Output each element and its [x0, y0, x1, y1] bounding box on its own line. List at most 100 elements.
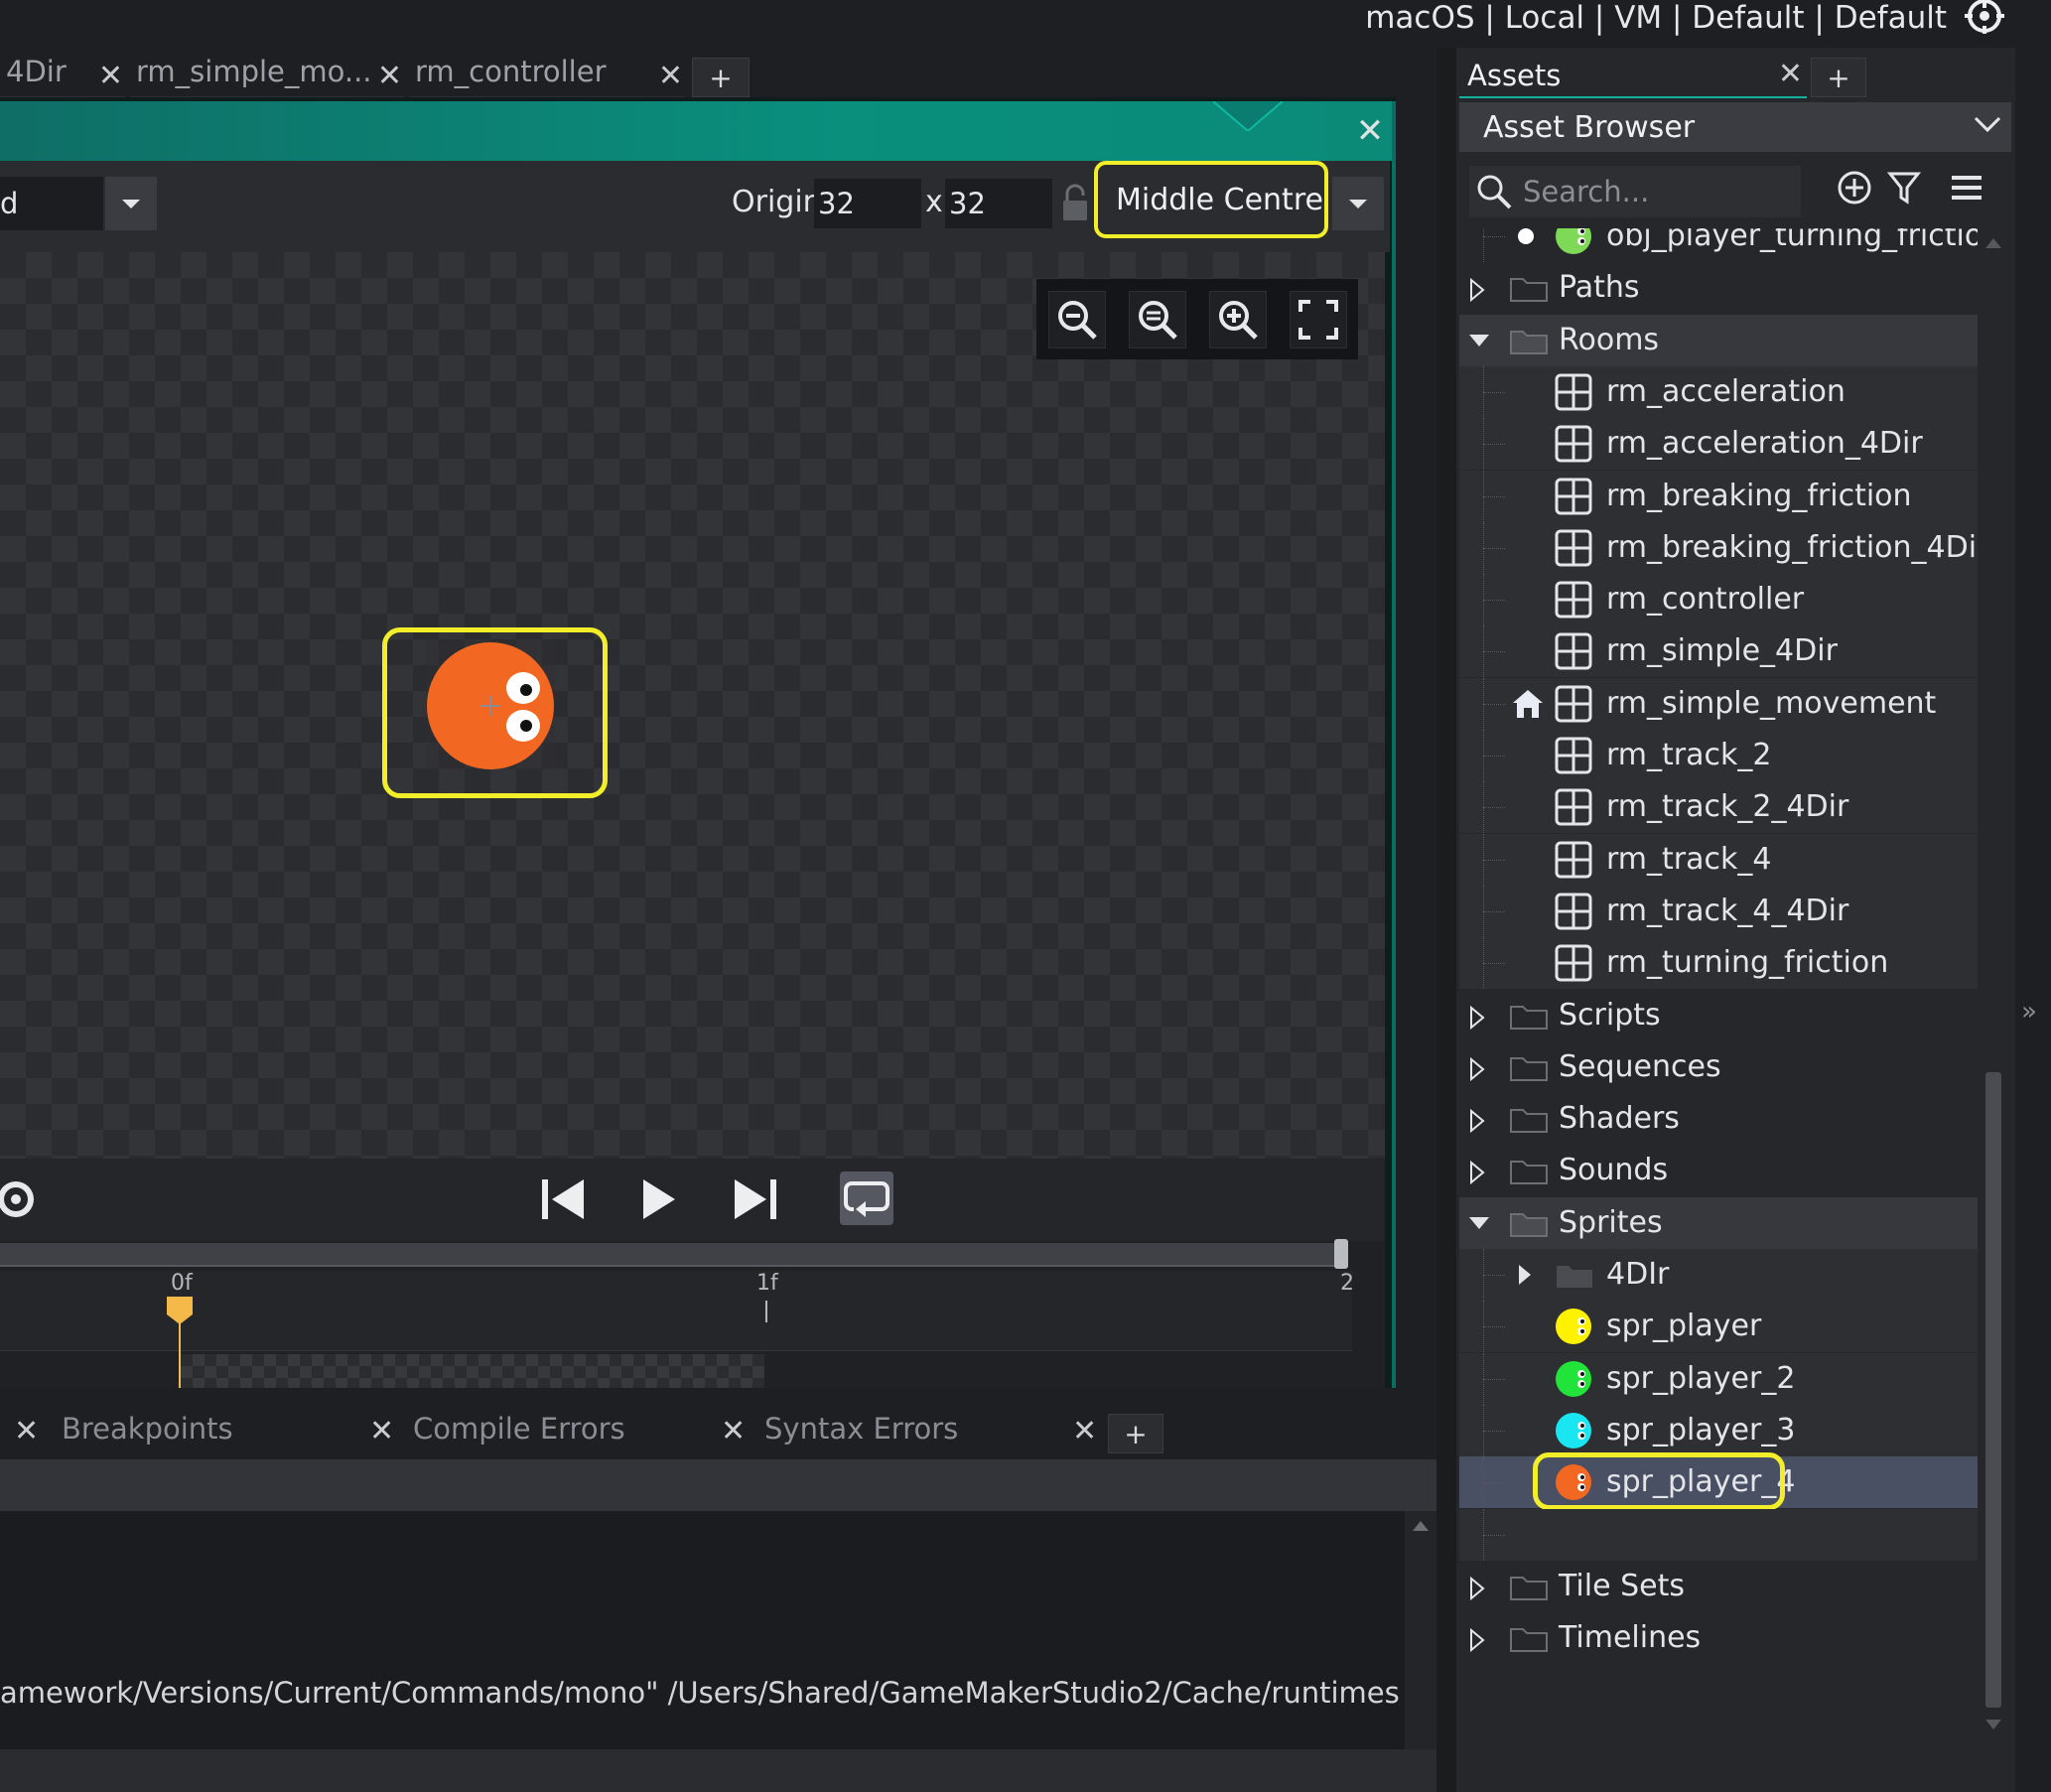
editor-tab-rm-simple-movement[interactable]: rm_simple_mo... ✕ [130, 55, 404, 98]
asset-rm-acceleration-4dir[interactable]: rm_acceleration_4Dir [1459, 418, 1978, 471]
folder-sequences[interactable]: Sequences [1459, 1041, 1978, 1093]
asset-spr-player-4[interactable]: spr_player_4 [1459, 1452, 1978, 1511]
filter-icon[interactable] [1884, 168, 1924, 207]
close-icon[interactable]: ✕ [98, 59, 123, 93]
player-sprite[interactable] [426, 640, 555, 769]
editor-tab-4dir[interactable]: 4Dir ✕ [0, 55, 125, 98]
folder-shaders[interactable]: Shaders [1459, 1093, 1978, 1145]
tab-syntax-errors[interactable]: Syntax Errors [764, 1412, 958, 1451]
menu-icon[interactable] [1946, 168, 1985, 207]
zoom-reset-icon[interactable] [1128, 290, 1186, 348]
add-tab-button[interactable]: + [1108, 1414, 1163, 1453]
asset-rm-simple-4dir[interactable]: rm_simple_4Dir [1459, 625, 1978, 678]
scrollbar-thumb[interactable] [1985, 1072, 2001, 1708]
unlock-icon[interactable] [1060, 183, 1090, 224]
timeline-scrubber-track[interactable] [0, 1243, 1345, 1267]
asset-spr-player-2[interactable]: spr_player_2 [1459, 1352, 1978, 1405]
target-crosshair-icon[interactable] [1961, 0, 2010, 40]
asset-rm-simple-movement[interactable]: rm_simple_movement [1459, 677, 1978, 730]
tree-guide [1483, 1326, 1505, 1328]
close-icon[interactable]: ✕ [658, 59, 683, 93]
chevron-down-icon[interactable] [1332, 177, 1384, 230]
zoom-out-icon[interactable] [1047, 290, 1106, 348]
asset-tree: obj_player_turning_friction Paths Rooms rm_… [1459, 228, 1978, 1718]
asset-rm-acceleration[interactable]: rm_acceleration [1459, 365, 1978, 418]
asset-rm-controller[interactable]: rm_controller [1459, 574, 1978, 626]
mode-dropdown[interactable]: d [0, 177, 103, 230]
zoom-in-icon[interactable] [1208, 290, 1267, 348]
asset-rm-breaking-friction-4dir[interactable]: rm_breaking_friction_4Dir [1459, 521, 1978, 574]
folder-sprites[interactable]: Sprites [1459, 1196, 1978, 1249]
add-asset-icon[interactable] [1835, 168, 1874, 207]
window-close-icon[interactable]: ✕ [1350, 111, 1390, 151]
close-icon[interactable]: ✕ [721, 1414, 746, 1448]
folder-icon [1510, 278, 1548, 303]
target-selector-label[interactable]: macOS | Local | VM | Default | Default [1365, 0, 1947, 36]
frame-thumbnail-strip[interactable] [181, 1354, 764, 1388]
tree-item-label: Timelines [1559, 1620, 1702, 1656]
origin-y-field[interactable]: 32 [945, 179, 1052, 228]
close-icon[interactable]: ✕ [14, 1414, 39, 1448]
playhead-marker-icon[interactable] [167, 1297, 193, 1326]
assets-tab[interactable]: Assets ✕ [1459, 55, 1807, 98]
window-title-bar[interactable] [0, 101, 1392, 161]
tree-item-label: 4DIr [1606, 1257, 1670, 1292]
tab-breakpoints[interactable]: Breakpoints [62, 1412, 233, 1451]
asset-rm-track-2[interactable]: rm_track_2 [1459, 730, 1978, 781]
folder-scripts[interactable]: Scripts [1459, 990, 1978, 1041]
asset-spr-player[interactable]: spr_player [1459, 1301, 1978, 1353]
origin-separator: x [925, 185, 943, 219]
origin-preset-dropdown[interactable]: Middle Centre [1094, 161, 1328, 238]
origin-x-field[interactable]: 32 [814, 179, 921, 228]
expand-panel-icon[interactable]: » [2021, 997, 2037, 1027]
asset-rm-breaking-friction[interactable]: rm_breaking_friction [1459, 470, 1978, 522]
tree-guide [1483, 1378, 1505, 1380]
loop-toggle-icon[interactable] [840, 1172, 893, 1225]
asset-obj-player-turning-friction[interactable]: obj_player_turning_friction [1459, 228, 1978, 262]
close-icon[interactable]: ✕ [1778, 57, 1803, 91]
panel-splitter[interactable] [1436, 48, 1456, 1792]
chevron-down-icon[interactable] [105, 177, 157, 230]
tab-compile-errors[interactable]: Compile Errors [413, 1412, 625, 1451]
tree-guide [1483, 391, 1505, 393]
asset-browser-dropdown[interactable]: Asset Browser [1459, 102, 2011, 152]
timeline-scrubber-handle[interactable] [1334, 1239, 1348, 1269]
tree-spacer[interactable] [1459, 1508, 1978, 1561]
output-scrollbar[interactable] [1405, 1511, 1436, 1749]
sprite-icon [1556, 1412, 1591, 1448]
close-icon[interactable]: ✕ [369, 1414, 394, 1448]
room-icon [1555, 581, 1592, 619]
play-icon[interactable] [639, 1177, 679, 1221]
close-icon[interactable]: ✕ [377, 59, 402, 93]
close-icon[interactable]: ✕ [1072, 1414, 1097, 1448]
folder-paths[interactable]: Paths [1459, 262, 1978, 314]
asset-rm-turning-friction[interactable]: rm_turning_friction [1459, 937, 1978, 990]
tree-item-label: rm_simple_4Dir [1606, 633, 1838, 669]
sprite-canvas[interactable] [0, 252, 1385, 1159]
onion-skin-icon[interactable] [0, 1177, 40, 1221]
asset-rm-track-4-4dir[interactable]: rm_track_4_4Dir [1459, 885, 1978, 937]
asset-rm-track-4[interactable]: rm_track_4 [1459, 833, 1978, 886]
add-tab-button[interactable]: + [1811, 58, 1866, 97]
search-input[interactable]: Search... [1469, 166, 1801, 217]
tree-guide [1483, 703, 1505, 705]
skip-to-start-icon[interactable] [540, 1177, 588, 1221]
tree-guide [1483, 600, 1505, 602]
asset-spr-player-3[interactable]: spr_player_3 [1459, 1404, 1978, 1456]
asset-rm-track-2-4dir[interactable]: rm_track_2_4Dir [1459, 781, 1978, 834]
folder-sounds[interactable]: Sounds [1459, 1145, 1978, 1196]
fit-to-screen-icon[interactable] [1289, 290, 1347, 348]
tree-guide [1483, 236, 1505, 237]
tree-item-label: rm_track_4_4Dir [1606, 893, 1849, 928]
skip-to-end-icon[interactable] [731, 1177, 778, 1221]
editor-tab-rm-controller[interactable]: rm_controller ✕ [409, 55, 685, 98]
folder-icon [1510, 1628, 1548, 1653]
chevron-right-icon [1470, 1005, 1485, 1030]
folder-timelines[interactable]: Timelines [1459, 1612, 1978, 1664]
output-log[interactable] [0, 1511, 1405, 1749]
folder-rooms[interactable]: Rooms [1459, 314, 1978, 366]
add-tab-button[interactable]: + [692, 58, 750, 97]
asset-4dir[interactable]: 4DIr [1459, 1249, 1978, 1301]
folder-tile-sets[interactable]: Tile Sets [1459, 1561, 1978, 1612]
origin-x-value: 32 [818, 187, 855, 220]
